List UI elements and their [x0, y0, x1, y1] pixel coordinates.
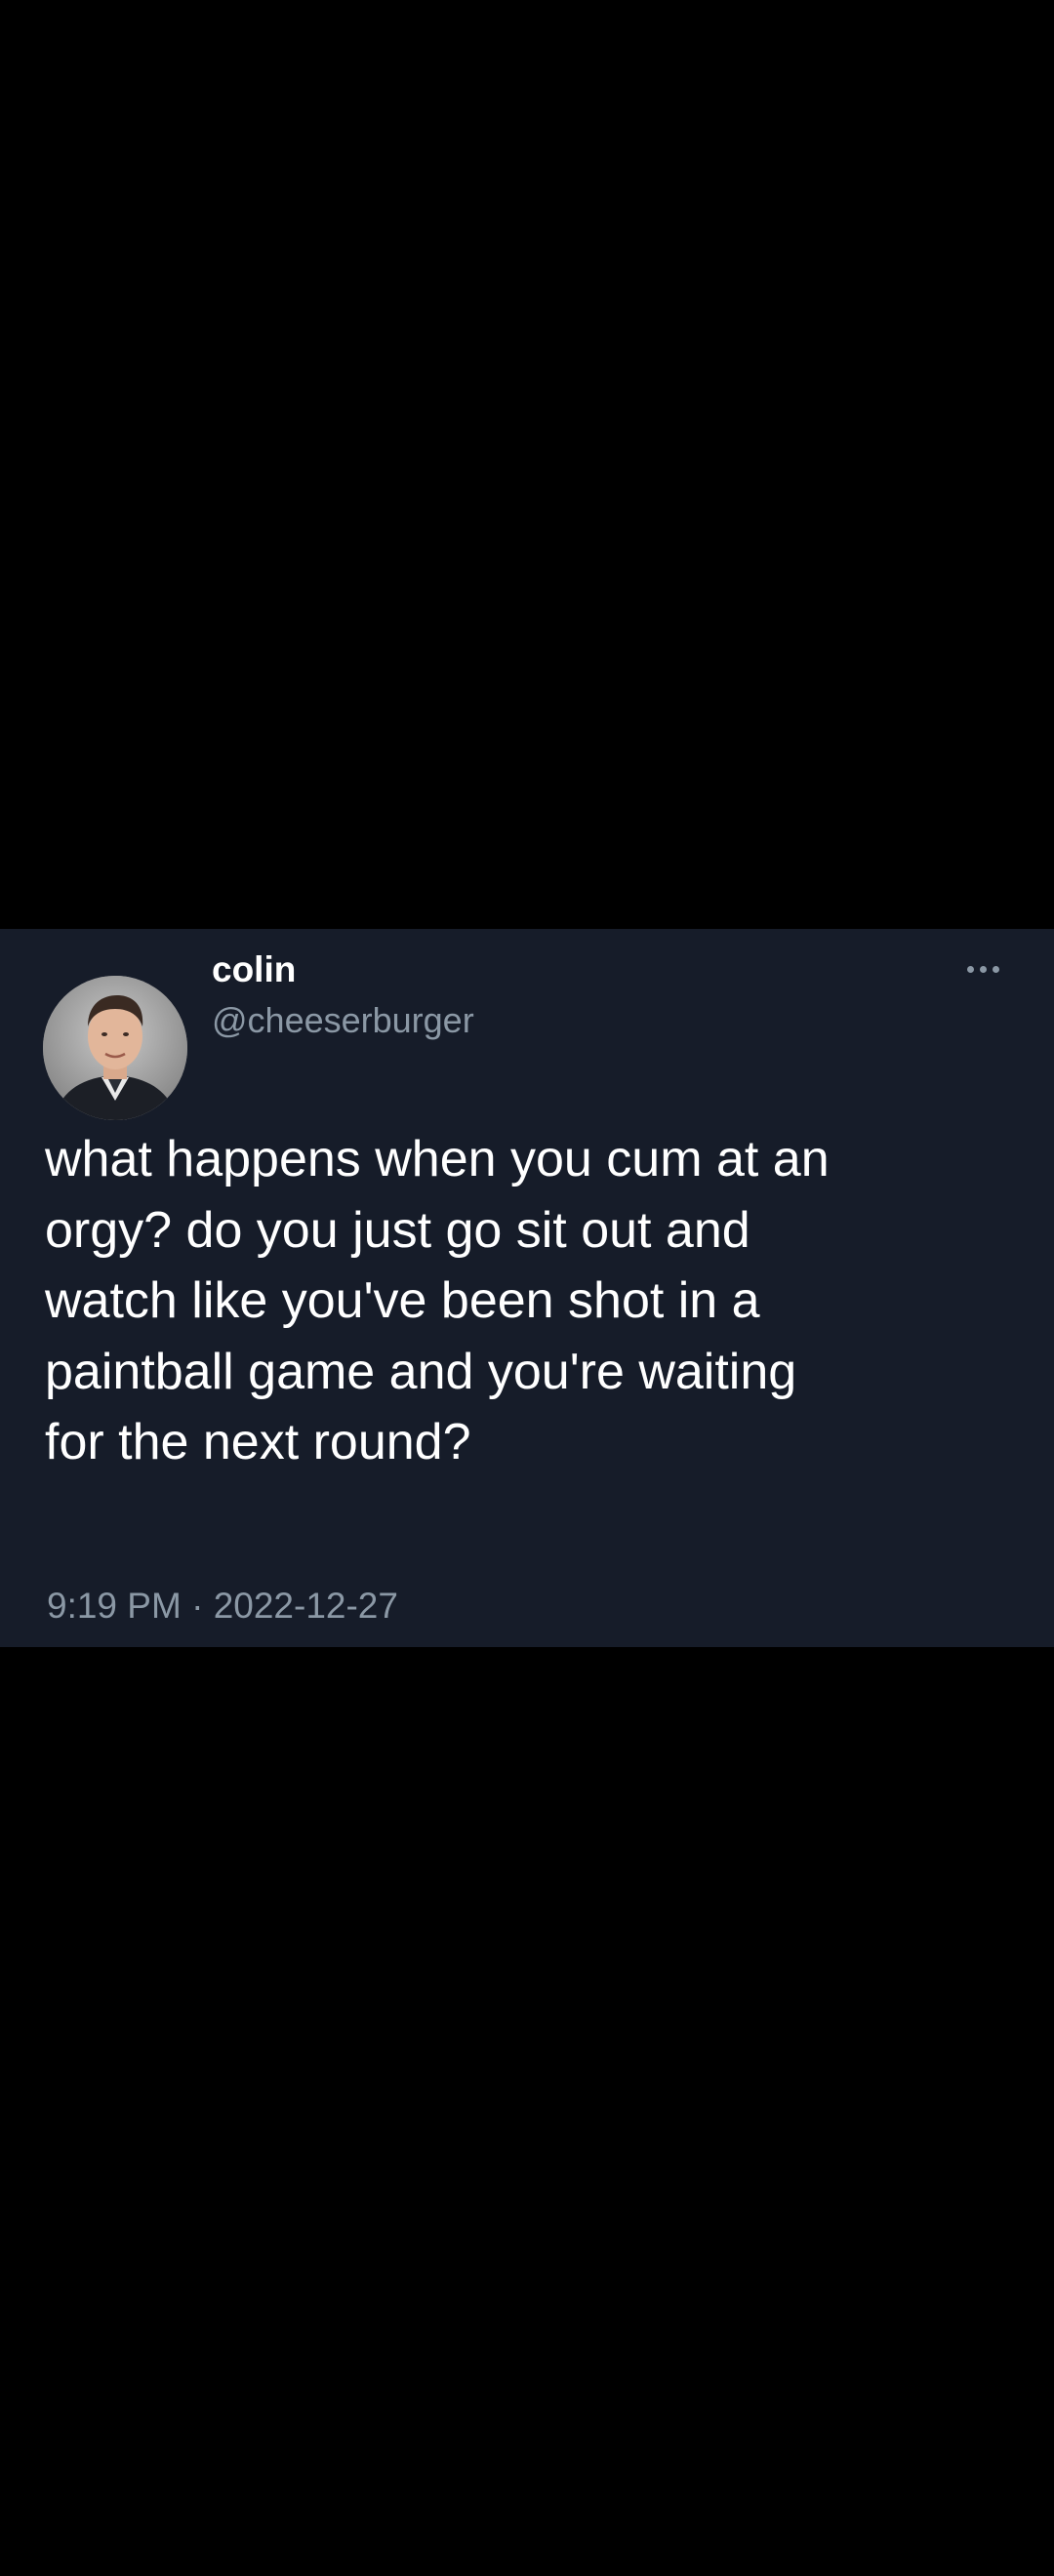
tweet-date: 2022-12-27 — [213, 1586, 398, 1626]
tweet-text: what happens when you cum at an orgy? do… — [45, 1131, 830, 1470]
tweet-timestamp[interactable]: 9:19 PM · 2022-12-27 — [47, 1585, 398, 1628]
screenshot-page: colin @cheeserburger what happens when y… — [0, 0, 1054, 2576]
author-display-name[interactable]: colin — [212, 948, 296, 991]
avatar-image — [43, 976, 187, 1120]
author-handle[interactable]: @cheeserburger — [212, 999, 474, 1042]
more-options-button[interactable] — [958, 954, 1007, 984]
tweet-time: 9:19 PM — [47, 1586, 182, 1626]
avatar[interactable] — [43, 976, 187, 1120]
more-horizontal-icon — [966, 965, 999, 973]
meta-separator: · — [191, 1586, 204, 1626]
